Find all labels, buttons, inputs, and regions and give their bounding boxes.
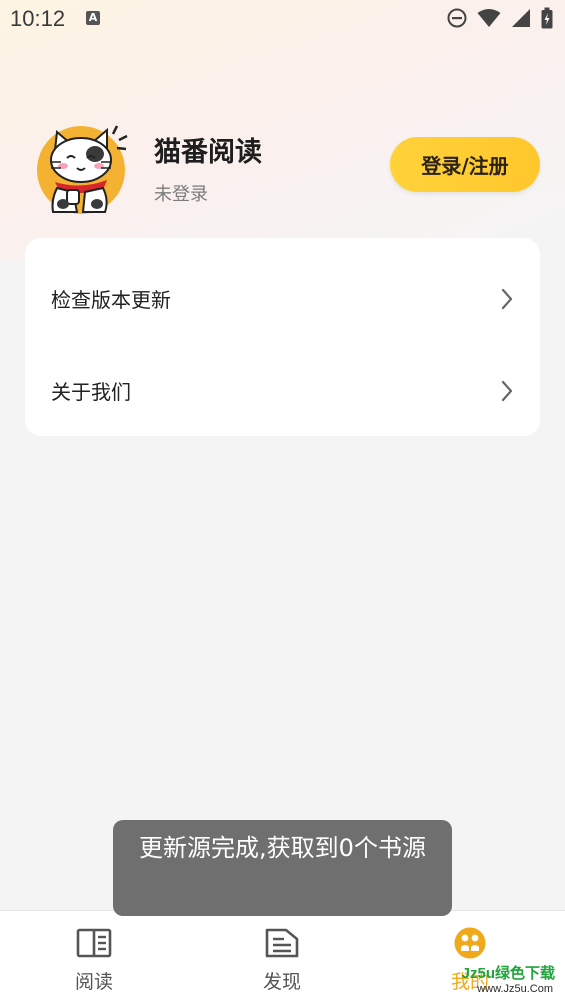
nav-tab-read[interactable]: 阅读 xyxy=(0,911,188,1005)
nav-tab-discover[interactable]: 发现 xyxy=(188,911,376,1005)
chevron-right-icon xyxy=(501,288,513,310)
app-name: 猫番阅读 xyxy=(154,137,262,168)
chevron-right-icon xyxy=(501,380,513,402)
watermark-url: www.Jz5u.Com xyxy=(477,983,553,995)
document-icon xyxy=(265,928,299,958)
menu-item-label: 检查版本更新 xyxy=(51,288,171,312)
login-status: 未登录 xyxy=(154,184,208,205)
watermark-logo: Jz5u绿色下载 www.Jz5u.Com xyxy=(449,960,565,1004)
menu-item-about-us[interactable]: 关于我们 xyxy=(25,338,540,430)
login-register-button[interactable]: 登录/注册 xyxy=(390,137,540,192)
cell-signal-icon xyxy=(512,9,530,27)
status-icons xyxy=(447,7,553,29)
do-not-disturb-icon xyxy=(447,8,467,28)
cat-avatar-icon[interactable] xyxy=(33,120,129,216)
toast-message: 更新源完成,获取到0个书源 xyxy=(113,820,452,916)
battery-icon xyxy=(541,7,553,29)
status-bar: 10:12 A xyxy=(0,0,565,38)
profile-icon xyxy=(454,927,486,959)
menu-item-label: 关于我们 xyxy=(51,380,131,404)
nav-label: 发现 xyxy=(262,971,301,993)
notification-a-icon: A xyxy=(86,11,100,25)
profile-section: 猫番阅读 未登录 登录/注册 xyxy=(0,110,565,220)
status-time: 10:12 xyxy=(10,6,66,31)
watermark-main: Jz5u绿色下载 xyxy=(461,965,555,982)
menu-item-check-update[interactable]: 检查版本更新 xyxy=(25,246,540,338)
book-icon xyxy=(76,928,112,958)
nav-label: 阅读 xyxy=(74,971,113,993)
settings-card: 检查版本更新 关于我们 xyxy=(25,238,540,436)
wifi-icon xyxy=(477,9,501,27)
